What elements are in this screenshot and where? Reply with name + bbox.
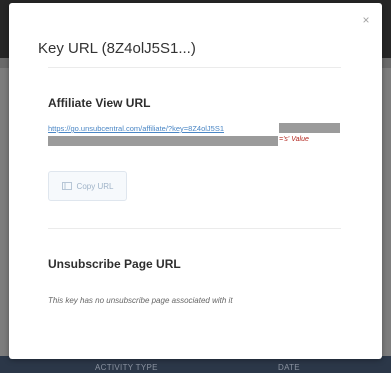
close-icon[interactable]: ×	[359, 13, 373, 27]
screen: ACTIVITY TYPE DATE × Key URL (8Z4olJ5S1.…	[0, 0, 391, 373]
redacted-url-segment	[48, 136, 278, 146]
copy-url-button[interactable]: Copy URL	[48, 171, 127, 201]
affiliate-view-url-heading: Affiliate View URL	[48, 96, 151, 110]
clipboard-icon	[61, 182, 72, 190]
section-divider	[48, 228, 341, 229]
unsubscribe-page-url-heading: Unsubscribe Page URL	[48, 257, 181, 271]
no-unsubscribe-page-message: This key has no unsubscribe page associa…	[48, 296, 233, 305]
redacted-url-segment	[279, 123, 340, 133]
affiliate-url-link[interactable]: https://go.unsubcentral.com/affiliate/?k…	[48, 124, 224, 133]
title-divider	[48, 67, 341, 68]
key-url-modal: × Key URL (8Z4olJ5S1...) Affiliate View …	[9, 3, 382, 359]
copy-url-label: Copy URL	[76, 181, 114, 191]
background-column-date: DATE	[278, 363, 300, 372]
modal-title: Key URL (8Z4olJ5S1...)	[38, 40, 196, 57]
background-column-activity-type: ACTIVITY TYPE	[95, 363, 158, 372]
s-value-annotation: ='s' Value	[279, 136, 309, 143]
